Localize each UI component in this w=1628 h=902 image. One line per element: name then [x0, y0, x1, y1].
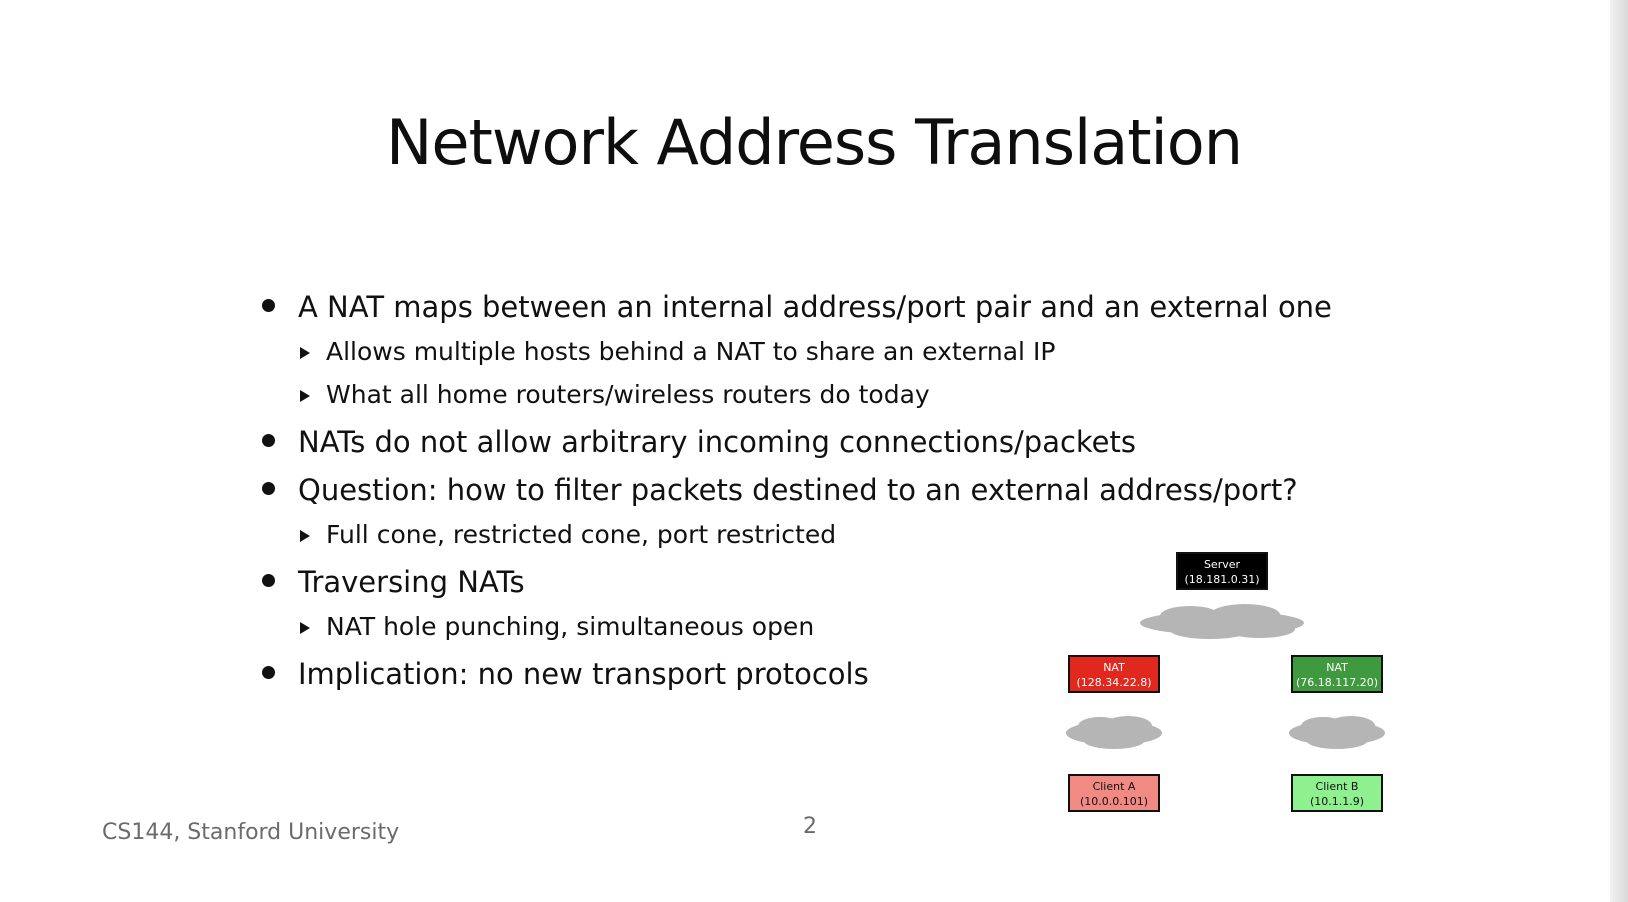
nat-a-label: NAT: [1103, 661, 1125, 674]
client-b-address: (10.1.1.9): [1309, 795, 1365, 808]
bullet-text: NATs do not allow arbitrary incoming con…: [298, 425, 1136, 459]
nat-diagram: Server (18.181.0.31) NAT (128.34.22.8) N…: [1060, 548, 1400, 818]
slide: Network Address Translation A NAT maps b…: [0, 0, 1628, 902]
bullet-dot-icon: [262, 666, 275, 679]
server-label: Server: [1203, 558, 1241, 571]
bullet-dot-icon: [262, 482, 275, 495]
bullet-dot-icon: [262, 434, 275, 447]
client-b-label: Client B: [1315, 780, 1359, 793]
nat-a-address: (128.34.22.8): [1076, 676, 1152, 689]
private-network-b-cloud-icon: [1289, 716, 1385, 749]
server-node: Server (18.181.0.31): [1176, 552, 1268, 590]
client-b-node: Client B (10.1.1.9): [1291, 774, 1383, 812]
server-address: (18.181.0.31): [1184, 573, 1260, 586]
bullet-dot-icon: [262, 299, 275, 312]
bullet-text: A NAT maps between an internal address/p…: [298, 290, 1332, 324]
internet-cloud-icon: [1140, 604, 1304, 639]
triangle-bullet-icon: [300, 622, 310, 634]
bullet-text: Implication: no new transport protocols: [298, 657, 869, 691]
client-a-node: Client A (10.0.0.101): [1068, 774, 1160, 812]
nat-b-address: (76.18.117.20): [1295, 676, 1379, 689]
bullet-text: Traversing NATs: [298, 565, 525, 599]
triangle-bullet-icon: [300, 530, 310, 542]
sub-bullet-text: NAT hole punching, simultaneous open: [326, 612, 815, 641]
triangle-bullet-icon: [300, 390, 310, 402]
nat-a-node: NAT (128.34.22.8): [1068, 655, 1160, 693]
private-network-a-cloud-icon: [1066, 716, 1162, 749]
nat-b-label: NAT: [1326, 661, 1348, 674]
triangle-bullet-icon: [300, 347, 310, 359]
bullet-text: Question: how to filter packets destined…: [298, 473, 1298, 507]
sub-bullet-text: What all home routers/wireless routers d…: [326, 380, 930, 409]
nat-b-node: NAT (76.18.117.20): [1291, 655, 1383, 693]
slide-footer: CS144, Stanford University: [102, 820, 400, 845]
page-number: 2: [803, 814, 817, 839]
sub-bullet-text: Allows multiple hosts behind a NAT to sh…: [326, 337, 1056, 366]
slide-title: Network Address Translation: [385, 106, 1243, 179]
client-a-address: (10.0.0.101): [1079, 795, 1149, 808]
client-a-label: Client A: [1092, 780, 1136, 793]
bullet-dot-icon: [262, 574, 275, 587]
sub-bullet-text: Full cone, restricted cone, port restric…: [326, 520, 837, 549]
